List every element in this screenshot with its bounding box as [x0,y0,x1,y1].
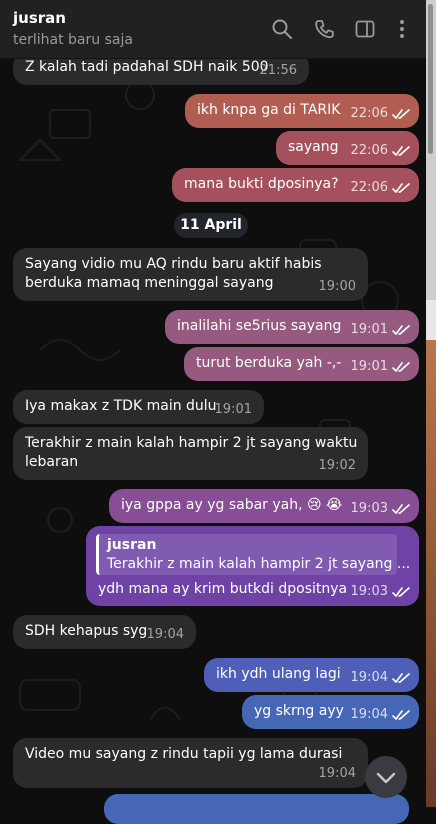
message-time: 22:06 [350,106,388,121]
read-checkmarks-icon [392,710,410,720]
reply-quote[interactable]: jusran Terakhir z main kalah hampir 2 jt… [96,534,410,575]
scroll-to-bottom-button[interactable] [365,756,407,798]
message-time: 19:04 [318,766,356,781]
search-icon[interactable] [271,18,293,40]
message-outgoing-reply[interactable]: jusran Terakhir z main kalah hampir 2 jt… [86,526,419,606]
message-text: yg skrng ayy [254,703,344,719]
message-time: 19:04 [350,670,388,685]
message-text: ikh ydh ulang lagi [216,666,341,682]
message-text: Sayang vidio mu AQ rindu baru aktif habi… [25,256,322,291]
message-text: Video mu sayang z rindu tapii yg lama du… [25,746,343,762]
date-separator: 11 April [174,213,248,238]
read-checkmarks-icon [392,325,410,335]
message-time: 19:01 [350,359,388,374]
message-text: Z kalah tadi padahal SDH naik 500 [25,59,269,75]
more-menu-icon[interactable] [391,18,413,40]
message-time: 19:00 [318,279,356,294]
window-edge-scrollbar[interactable] [426,0,436,807]
chevron-down-icon [376,772,396,784]
message-time: 19:02 [318,458,356,473]
message-outgoing[interactable]: turut berduka yah -,- 19:01 [184,347,419,381]
reply-sender-name: jusran [107,537,157,553]
message-outgoing[interactable]: ikh knpa ga di TARIK 22:06 [185,94,419,128]
message-outgoing[interactable]: sayang 22:06 [276,131,419,165]
scrollbar-thumb[interactable] [428,4,433,154]
message-text: SDH kehapus syg [25,623,148,639]
message-outgoing[interactable]: inalilahi se5rius sayang 19:01 [165,310,419,344]
message-outgoing[interactable]: iya gppa ay yg sabar yah, 😢 😭 19:03 [109,489,419,523]
message-time: 22:06 [350,143,388,158]
read-checkmarks-icon [392,183,410,193]
read-checkmarks-icon [392,109,410,119]
background-window-edge [426,340,436,807]
message-incoming[interactable]: Sayang vidio mu AQ rindu baru aktif habi… [13,248,368,301]
message-time: 19:04 [146,627,184,642]
message-time: 19:01 [214,402,252,417]
message-time: 19:03 [350,584,388,599]
message-incoming[interactable]: Video mu sayang z rindu tapii yg lama du… [13,738,368,788]
message-time: 19:04 [350,707,388,722]
message-outgoing-partial[interactable] [104,794,409,824]
message-text: iya gppa ay yg sabar yah, 😢 😭 [121,497,343,513]
message-incoming[interactable]: SDH kehapus syg 19:04 [13,615,196,649]
message-outgoing[interactable]: yg skrng ayy 19:04 [242,695,419,729]
message-text: mana bukti dposinya? [184,176,339,192]
contact-status: terlihat baru saja [13,32,133,48]
contact-name[interactable]: jusran [13,9,66,27]
window-edge-strip [426,300,436,340]
message-outgoing[interactable]: ikh ydh ulang lagi 19:04 [204,658,419,692]
read-checkmarks-icon [392,504,410,514]
message-text: Terakhir z main kalah hampir 2 jt sayang… [25,435,358,470]
phone-icon[interactable] [313,18,335,40]
message-text: inalilahi se5rius sayang [177,318,342,334]
message-text: turut berduka yah -,- [196,355,342,371]
message-text: Iya makax z TDK main dulu [25,398,217,414]
sidebar-toggle-icon[interactable] [354,18,376,40]
read-checkmarks-icon [392,362,410,372]
message-incoming[interactable]: Terakhir z main kalah hampir 2 jt sayang… [13,427,368,480]
message-outgoing[interactable]: mana bukti dposinya? 22:06 [172,168,419,202]
chat-header[interactable]: jusran terlihat baru saja [0,0,426,59]
message-time: 19:01 [350,322,388,337]
reply-quoted-text: Terakhir z main kalah hampir 2 jt sayang… [107,556,411,572]
read-checkmarks-icon [392,146,410,156]
read-checkmarks-icon [392,673,410,683]
message-text: ikh knpa ga di TARIK [197,102,341,118]
read-checkmarks-icon [392,587,410,597]
message-incoming[interactable]: Iya makax z TDK main dulu 19:01 [13,390,264,424]
message-time: 19:03 [350,501,388,516]
message-text: ydh mana ay krim butkdi dpositnya [98,581,348,597]
message-text: sayang [288,139,339,155]
message-time: 21:56 [259,63,297,78]
message-time: 22:06 [350,180,388,195]
